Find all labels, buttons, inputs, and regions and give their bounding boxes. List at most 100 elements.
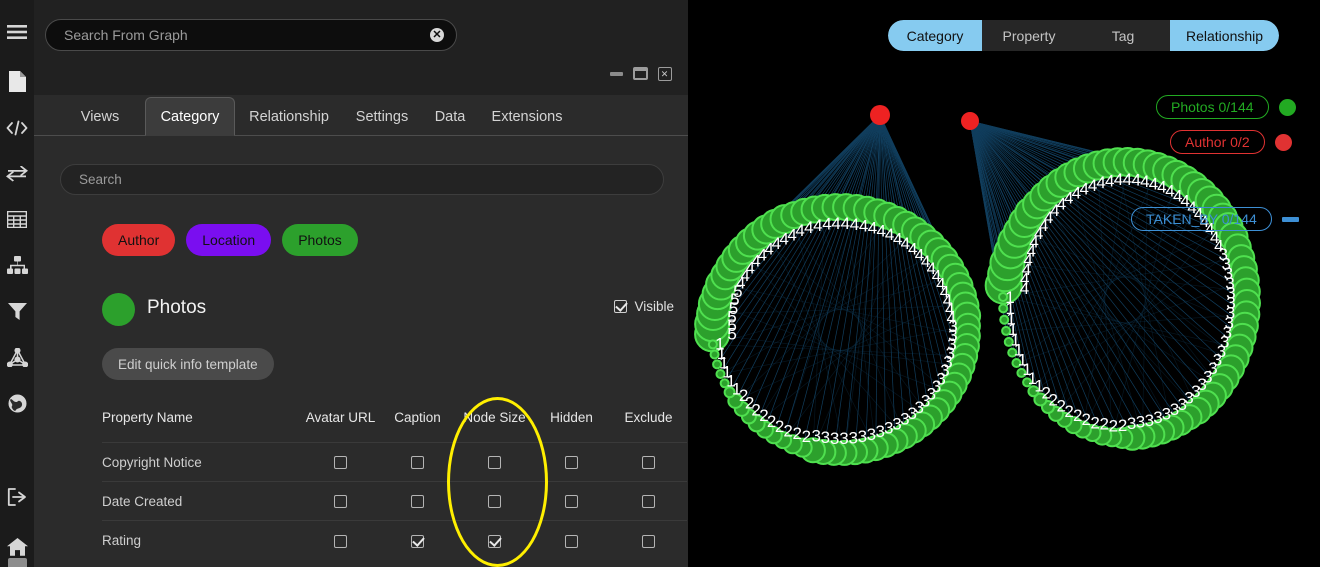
svg-text:2: 2 bbox=[1082, 410, 1091, 429]
tab-extensions[interactable]: Extensions bbox=[481, 97, 573, 136]
legend-taken-by-dash[interactable] bbox=[1282, 217, 1299, 222]
svg-text:3: 3 bbox=[830, 429, 839, 448]
category-color-dot[interactable] bbox=[102, 293, 135, 326]
hierarchy-icon[interactable] bbox=[0, 246, 34, 286]
svg-text:2: 2 bbox=[1073, 406, 1082, 425]
table-icon[interactable] bbox=[0, 200, 34, 240]
node-size-checkbox[interactable] bbox=[488, 456, 501, 469]
document-icon[interactable] bbox=[0, 62, 34, 102]
property-name-cell: Rating bbox=[102, 521, 302, 560]
exclude-cell bbox=[610, 482, 687, 521]
clear-search-icon[interactable]: ✕ bbox=[430, 28, 444, 42]
window-controls: ✕ bbox=[609, 66, 672, 81]
legend-photos-dot[interactable] bbox=[1279, 99, 1296, 116]
seg-tab-tag[interactable]: Tag bbox=[1076, 20, 1170, 51]
tab-settings[interactable]: Settings bbox=[345, 97, 419, 136]
transfer-icon[interactable] bbox=[0, 154, 34, 194]
svg-text:3: 3 bbox=[1153, 408, 1162, 427]
caption-checkbox[interactable] bbox=[411, 535, 424, 548]
chip-location[interactable]: Location bbox=[186, 224, 271, 256]
caption-checkbox[interactable] bbox=[411, 456, 424, 469]
globe-icon[interactable] bbox=[0, 383, 34, 423]
graph-canvas[interactable]: 5555554444444444444444444444444444444433… bbox=[688, 0, 1320, 567]
hidden-cell bbox=[533, 521, 610, 560]
hidden-checkbox[interactable] bbox=[565, 535, 578, 548]
property-name-cell: Date Created bbox=[102, 482, 302, 521]
avatar-url-checkbox[interactable] bbox=[334, 495, 347, 508]
svg-text:4: 4 bbox=[813, 216, 822, 235]
node-size-cell bbox=[456, 482, 533, 521]
hidden-cell bbox=[533, 482, 610, 521]
search-from-graph-wrap: ✕ bbox=[45, 19, 457, 51]
panel-tabs: Views Category Relationship Settings Dat… bbox=[34, 97, 688, 136]
caption-checkbox[interactable] bbox=[411, 495, 424, 508]
node-size-checkbox[interactable] bbox=[488, 495, 501, 508]
legend-photos: Photos 0/144 bbox=[1156, 95, 1296, 119]
svg-text:3: 3 bbox=[1127, 414, 1136, 433]
col-caption: Caption bbox=[379, 410, 456, 443]
col-avatar-url: Avatar URL bbox=[302, 410, 379, 443]
avatar-url-checkbox[interactable] bbox=[334, 456, 347, 469]
app-root: ✕ ✕ Views Category Relationship Settings… bbox=[0, 0, 1320, 567]
exclude-checkbox[interactable] bbox=[642, 535, 655, 548]
rail-bottom-indicator bbox=[8, 558, 27, 567]
chip-author[interactable]: Author bbox=[102, 224, 175, 256]
legend-taken-by-pill[interactable]: TAKEN_BY 0/144 bbox=[1131, 207, 1272, 231]
tab-data[interactable]: Data bbox=[425, 97, 475, 136]
logout-icon[interactable] bbox=[0, 477, 34, 517]
code-icon[interactable] bbox=[0, 108, 34, 148]
graph-hub-node[interactable] bbox=[870, 105, 890, 125]
node-size-cell bbox=[456, 443, 533, 482]
property-table-body: Copyright NoticeDate CreatedRating bbox=[102, 443, 687, 560]
search-from-graph-input[interactable] bbox=[45, 19, 457, 51]
chip-photos[interactable]: Photos bbox=[282, 224, 358, 256]
category-chip-list: Author Location Photos bbox=[102, 224, 358, 256]
maximize-button[interactable] bbox=[633, 66, 648, 81]
seg-tab-category[interactable]: Category bbox=[888, 20, 982, 51]
exclude-checkbox[interactable] bbox=[642, 495, 655, 508]
seg-tab-property[interactable]: Property bbox=[982, 20, 1076, 51]
legend-taken-by: TAKEN_BY 0/144 bbox=[1131, 207, 1299, 231]
menu-icon[interactable] bbox=[0, 12, 34, 52]
legend-author-pill[interactable]: Author 0/2 bbox=[1170, 130, 1265, 154]
svg-text:2: 2 bbox=[1118, 416, 1127, 435]
hidden-checkbox[interactable] bbox=[565, 495, 578, 508]
seg-tab-relationship[interactable]: Relationship bbox=[1170, 20, 1279, 51]
visible-toggle[interactable]: Visible bbox=[614, 299, 674, 314]
svg-text:3: 3 bbox=[811, 427, 820, 446]
node-size-cell bbox=[456, 521, 533, 560]
close-button[interactable]: ✕ bbox=[657, 66, 672, 81]
svg-text:3: 3 bbox=[1170, 400, 1179, 419]
minimize-button[interactable] bbox=[609, 66, 624, 81]
svg-text:2: 2 bbox=[793, 424, 802, 443]
table-header-row: Property Name Avatar URL Caption Node Si… bbox=[102, 410, 687, 443]
exclude-checkbox[interactable] bbox=[642, 456, 655, 469]
node-size-checkbox[interactable] bbox=[488, 535, 501, 548]
exclude-cell bbox=[610, 521, 687, 560]
exclude-cell bbox=[610, 443, 687, 482]
category-search-wrap bbox=[60, 164, 664, 195]
svg-text:3: 3 bbox=[1162, 404, 1171, 423]
hidden-checkbox[interactable] bbox=[565, 456, 578, 469]
graph-hub-node[interactable] bbox=[961, 112, 979, 130]
avatar-url-cell bbox=[302, 482, 379, 521]
edit-quick-info-template-button[interactable]: Edit quick info template bbox=[102, 348, 274, 380]
svg-text:4: 4 bbox=[841, 214, 850, 233]
legend-author-dot[interactable] bbox=[1275, 134, 1292, 151]
avatar-url-cell bbox=[302, 443, 379, 482]
svg-text:2: 2 bbox=[1090, 413, 1099, 432]
svg-text:4: 4 bbox=[831, 214, 840, 233]
tab-views[interactable]: Views bbox=[62, 97, 138, 136]
svg-text:2: 2 bbox=[1100, 415, 1109, 434]
avatar-url-checkbox[interactable] bbox=[334, 535, 347, 548]
visible-checkbox[interactable] bbox=[614, 300, 627, 313]
graph-mode-tabs: Category Property Tag Relationship bbox=[888, 20, 1279, 51]
tab-category[interactable]: Category bbox=[145, 97, 235, 136]
property-table: Property Name Avatar URL Caption Node Si… bbox=[102, 410, 687, 560]
legend-photos-pill[interactable]: Photos 0/144 bbox=[1156, 95, 1269, 119]
svg-text:3: 3 bbox=[848, 428, 857, 447]
filter-icon[interactable] bbox=[0, 291, 34, 331]
category-search-input[interactable] bbox=[60, 164, 664, 195]
network-icon[interactable] bbox=[0, 337, 34, 377]
tab-relationship[interactable]: Relationship bbox=[239, 97, 339, 136]
